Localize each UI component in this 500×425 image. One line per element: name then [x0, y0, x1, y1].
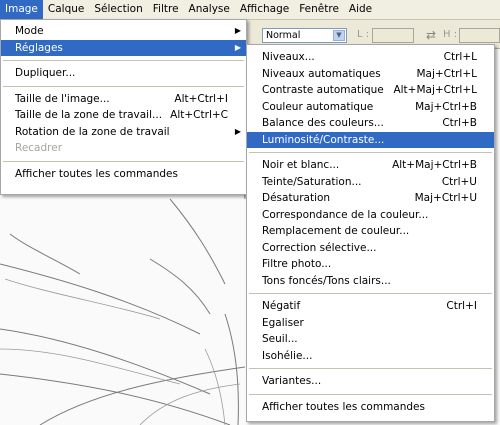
menu-item-reglages[interactable]: Réglages ▶ — [1, 39, 246, 56]
menu-item-recadrer: Recadrer — [1, 140, 246, 157]
menu-fenetre[interactable]: Fenêtre — [294, 0, 344, 19]
swap-icon[interactable]: ⇄ — [426, 28, 436, 42]
menu-item-luminosite-contraste[interactable]: Luminosité/Contraste... — [247, 131, 494, 148]
menu-bar: Image Calque Sélection Filtre Analyse Af… — [0, 0, 500, 20]
menu-item-label: Recadrer — [15, 142, 63, 154]
menu-affichage[interactable]: Affichage — [235, 0, 294, 19]
menu-item-niveaux[interactable]: Niveaux... Ctrl+L — [247, 49, 494, 66]
menu-item-label: Réglages — [15, 41, 63, 54]
menu-item-label: Variantes... — [262, 375, 322, 387]
image-menu: Mode ▶ Réglages ▶ Dupliquer... Taille de l… — [0, 19, 247, 195]
menu-item-label: Correspondance de la couleur... — [262, 208, 429, 221]
menu-item-shortcut: Maj+Ctrl+L — [416, 67, 477, 80]
menu-item-correction-selective[interactable]: Correction sélective... — [247, 240, 494, 257]
menu-item-noir-blanc[interactable]: Noir et blanc... Alt+Maj+Ctrl+B — [247, 157, 494, 174]
menu-item-shortcut: Alt+Maj+Ctrl+L — [393, 84, 477, 96]
menu-filtre[interactable]: Filtre — [148, 0, 184, 19]
menu-item-label: Filtre photo... — [262, 258, 332, 270]
menu-item-correspondance-couleur[interactable]: Correspondance de la couleur... — [247, 207, 494, 224]
menu-item-label: Négatif — [262, 300, 301, 312]
menu-separator — [249, 293, 492, 294]
menu-item-label: Seuil... — [262, 333, 298, 345]
menu-item-remplacement-couleur[interactable]: Remplacement de couleur... — [247, 223, 494, 240]
menu-item-shortcut: Maj+Ctrl+U — [414, 192, 477, 204]
menu-item-label: Niveaux... — [262, 51, 315, 63]
menu-item-shortcut: Ctrl+I — [446, 300, 477, 312]
mode-dropdown[interactable]: Normal ▼ — [262, 28, 347, 43]
menu-item-label: Afficher toutes les commandes — [15, 167, 178, 180]
menu-item-label: Remplacement de couleur... — [262, 225, 410, 237]
menu-item-filtre-photo[interactable]: Filtre photo... — [247, 256, 494, 273]
menu-item-teinte-saturation[interactable]: Teinte/Saturation... Ctrl+U — [247, 174, 494, 191]
menu-item-label: Contraste automatique — [262, 84, 384, 96]
menu-item-shortcut: Ctrl+U — [441, 175, 477, 188]
menu-item-taille-image[interactable]: Taille de l'image... Alt+Ctrl+I — [1, 91, 246, 108]
menu-item-label: Taille de l'image... — [15, 92, 110, 105]
height-field[interactable] — [459, 28, 500, 43]
menu-item-label: Couleur automatique — [262, 100, 374, 113]
menu-separator — [3, 60, 244, 61]
menu-item-couleur-auto[interactable]: Couleur automatique Maj+Ctrl+B — [247, 99, 494, 116]
width-field[interactable] — [372, 28, 414, 43]
menu-item-shortcut: Maj+Ctrl+B — [415, 100, 477, 113]
menu-item-isohelie[interactable]: Isohélie... — [247, 348, 494, 365]
menu-item-niveaux-auto[interactable]: Niveaux automatiques Maj+Ctrl+L — [247, 66, 494, 83]
menu-item-label: Balance des couleurs... — [262, 117, 384, 129]
menu-item-label: Egaliser — [262, 316, 304, 329]
menu-item-mode[interactable]: Mode ▶ — [1, 23, 246, 40]
menu-item-label: Désaturation — [262, 192, 331, 204]
menu-item-seuil[interactable]: Seuil... — [247, 331, 494, 348]
menu-separator — [249, 368, 492, 369]
menu-item-label: Noir et blanc... — [262, 159, 340, 171]
menu-item-shortcut: Ctrl+L — [443, 51, 477, 63]
reglages-submenu: Niveaux... Ctrl+L Niveaux automatiques Maj… — [246, 44, 495, 422]
menu-item-label: Correction sélective... — [262, 241, 377, 254]
menu-image[interactable]: Image — [0, 0, 43, 19]
menu-item-label: Niveaux automatiques — [262, 67, 381, 80]
menu-item-desaturation[interactable]: Désaturation Maj+Ctrl+U — [247, 190, 494, 207]
menu-aide[interactable]: Aide — [344, 0, 377, 19]
menu-item-label: Isohélie... — [262, 349, 313, 362]
menu-selection[interactable]: Sélection — [89, 0, 147, 19]
menu-item-label: Taille de la zone de travail... — [15, 109, 163, 121]
menu-separator — [3, 160, 244, 162]
menu-item-label: Dupliquer... — [15, 67, 76, 79]
menu-item-label: Luminosité/Contraste... — [262, 133, 385, 146]
menu-item-label: Tons foncés/Tons clairs... — [262, 274, 391, 287]
menu-calque[interactable]: Calque — [43, 0, 89, 19]
menu-item-label: Mode — [15, 25, 44, 37]
submenu-arrow-icon: ▶ — [234, 126, 241, 136]
mode-value: Normal — [266, 30, 301, 41]
menu-item-taille-zone[interactable]: Taille de la zone de travail... Alt+Ctrl+… — [1, 107, 246, 124]
menu-item-label: Afficher toutes les commandes — [262, 400, 425, 413]
menu-item-tons-fonces-clairs[interactable]: Tons foncés/Tons clairs... — [247, 273, 494, 290]
menu-item-afficher-commandes[interactable]: Afficher toutes les commandes — [247, 399, 494, 416]
menu-item-rotation[interactable]: Rotation de la zone de travail ▶ — [1, 124, 246, 141]
menu-item-label: Rotation de la zone de travail — [15, 125, 170, 138]
menu-item-label: Teinte/Saturation... — [262, 175, 362, 188]
menu-item-balance-couleurs[interactable]: Balance des couleurs... Ctrl+B — [247, 115, 494, 132]
menu-item-shortcut: Alt+Maj+Ctrl+B — [392, 159, 477, 171]
menu-item-negatif[interactable]: Négatif Ctrl+I — [247, 298, 494, 315]
menu-item-shortcut: Alt+Ctrl+I — [174, 92, 228, 105]
menu-item-shortcut: Ctrl+B — [442, 117, 477, 129]
menu-item-variantes[interactable]: Variantes... — [247, 373, 494, 390]
submenu-arrow-icon: ▶ — [234, 42, 241, 52]
menu-analyse[interactable]: Analyse — [184, 0, 235, 19]
menu-item-contraste-auto[interactable]: Contraste automatique Alt+Maj+Ctrl+L — [247, 82, 494, 99]
menu-separator — [249, 393, 492, 395]
menu-item-afficher-commandes[interactable]: Afficher toutes les commandes — [1, 166, 246, 183]
width-label: L : — [357, 29, 370, 40]
menu-separator — [3, 85, 244, 87]
menu-item-shortcut: Alt+Ctrl+C — [170, 109, 228, 121]
chevron-down-icon[interactable]: ▼ — [333, 30, 345, 41]
menu-separator — [249, 152, 492, 153]
height-label: H : — [443, 29, 458, 40]
menu-item-dupliquer[interactable]: Dupliquer... — [1, 65, 246, 82]
menu-item-egaliser[interactable]: Egaliser — [247, 315, 494, 332]
submenu-arrow-icon: ▶ — [234, 26, 241, 35]
